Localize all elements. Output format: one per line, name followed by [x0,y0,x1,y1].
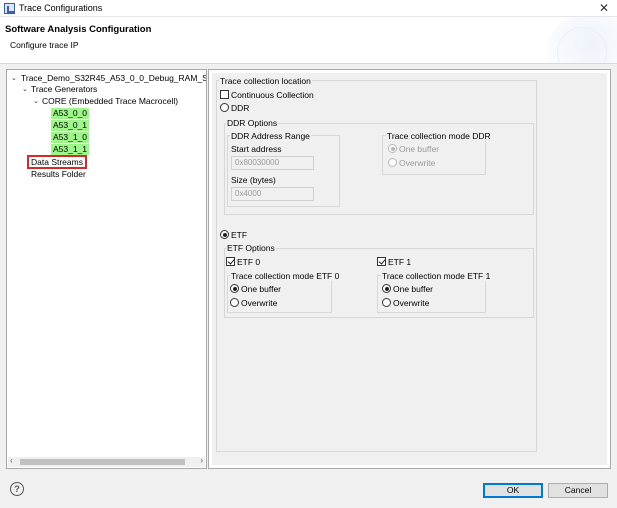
dialog-heading: Software Analysis Configuration [5,24,152,35]
ddr-one-buffer-radio[interactable] [388,144,397,153]
scroll-left-icon[interactable]: ‹ [10,456,13,465]
etf0-checkbox[interactable] [226,257,235,266]
tree-item-core[interactable]: CORE (Embedded Trace Macrocell) [42,96,178,107]
etf1-overwrite-radio[interactable] [382,298,391,307]
etf0-overwrite-radio[interactable] [230,298,239,307]
help-icon[interactable]: ? [10,482,24,496]
tree-item-leaf[interactable]: A53_1_1 [51,144,90,155]
size-bytes-field[interactable]: 0x4000 [231,187,314,201]
continuous-collection-label[interactable]: Continuous Collection [231,90,314,100]
scroll-right-icon[interactable]: › [200,456,203,465]
tree-item-data-streams[interactable]: Data Streams [27,155,87,169]
window-title: Trace Configurations [19,3,103,13]
etf-radio[interactable] [220,230,229,239]
ddr-one-buffer-label[interactable]: One buffer [399,144,439,154]
start-address-label: Start address [231,144,282,154]
config-content: Trace collection location Continuous Col… [212,73,607,465]
etf-label[interactable]: ETF [231,230,247,240]
etf0-label[interactable]: ETF 0 [237,257,260,267]
chevron-down-icon[interactable]: ⌄ [33,97,39,105]
ddr-mode-group [382,135,486,175]
ok-button[interactable]: OK [483,483,543,498]
chevron-down-icon[interactable]: ⌄ [22,85,28,93]
etf1-overwrite-label[interactable]: Overwrite [393,298,429,308]
scrollbar-thumb[interactable] [20,459,185,465]
etf1-checkbox[interactable] [377,257,386,266]
app-icon [4,3,15,14]
tree-item-leaf[interactable]: A53_0_1 [51,120,90,131]
horizontal-scrollbar[interactable]: ‹ › [8,456,205,467]
chevron-down-icon[interactable]: ⌄ [11,74,17,82]
etf-options-label: ETF Options [226,243,276,253]
ddr-options-label: DDR Options [226,118,279,128]
trace-tree[interactable]: ⌄ Trace_Demo_S32R45_A53_0_0_Debug_RAM_S3… [6,69,207,469]
etf1-one-buffer-radio[interactable] [382,284,391,293]
collection-location-label: Trace collection location [219,76,312,86]
tree-item-leaf[interactable]: A53_0_0 [51,108,90,119]
window-titlebar: Trace Configurations ✕ [0,0,617,17]
dialog-subheading: Configure trace IP [10,40,79,50]
etf1-one-buffer-label[interactable]: One buffer [393,284,433,294]
tree-item-results-folder[interactable]: Results Folder [31,169,86,180]
ddr-address-range-label: DDR Address Range [230,131,311,141]
tree-item-leaf[interactable]: A53_1_0 [51,132,90,143]
ddr-mode-label: Trace collection mode DDR [386,131,492,141]
ddr-label[interactable]: DDR [231,103,249,113]
dialog-banner: Software Analysis Configuration Configur… [0,17,617,64]
cancel-button[interactable]: Cancel [548,483,608,498]
continuous-collection-checkbox[interactable] [220,90,229,99]
etf0-one-buffer-label[interactable]: One buffer [241,284,281,294]
etf1-label[interactable]: ETF 1 [388,257,411,267]
size-bytes-label: Size (bytes) [231,175,276,185]
etf0-one-buffer-radio[interactable] [230,284,239,293]
ddr-overwrite-label[interactable]: Overwrite [399,158,435,168]
etf0-mode-label: Trace collection mode ETF 0 [230,271,341,281]
tree-item-trace-generators[interactable]: Trace Generators [31,84,97,95]
ddr-radio[interactable] [220,103,229,112]
ddr-overwrite-radio[interactable] [388,158,397,167]
config-panel: Trace collection location Continuous Col… [208,69,611,469]
etf1-mode-label: Trace collection mode ETF 1 [381,271,492,281]
close-icon[interactable]: ✕ [599,1,609,15]
etf0-overwrite-label[interactable]: Overwrite [241,298,277,308]
tree-item-root[interactable]: Trace_Demo_S32R45_A53_0_0_Debug_RAM_S32D… [21,73,206,84]
start-address-field[interactable]: 0x80030000 [231,156,314,170]
